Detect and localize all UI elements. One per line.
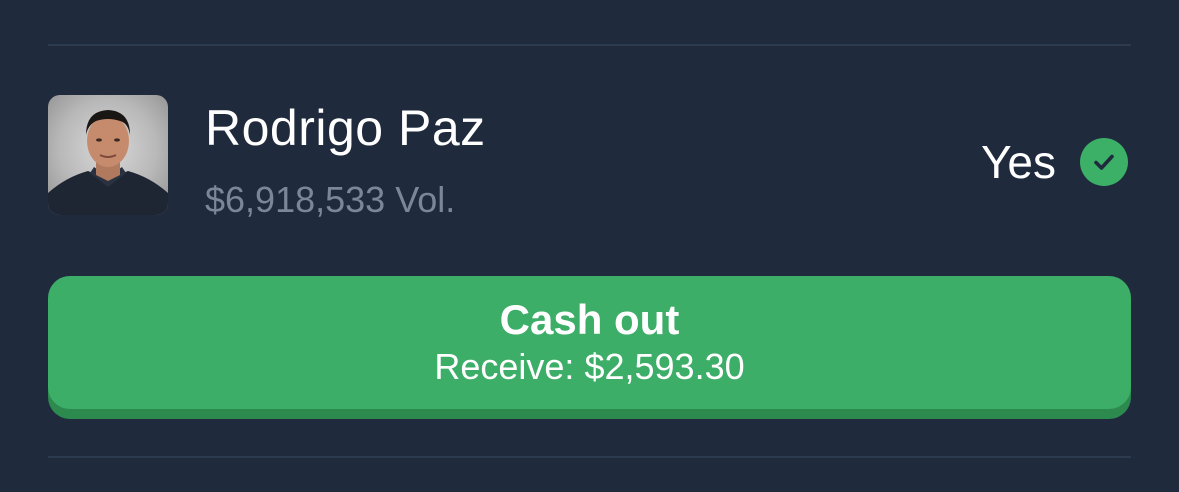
receive-amount: $2,593.30 (584, 345, 745, 387)
candidate-avatar (48, 95, 168, 215)
volume-amount: $6,918,533 (205, 179, 386, 220)
outcome-label: Yes (980, 136, 1056, 188)
bottom-divider (48, 456, 1131, 458)
volume-text: $6,918,533 Vol. (205, 178, 455, 222)
receive-label: Receive: (434, 345, 575, 387)
candidate-name: Rodrigo Paz (205, 100, 486, 156)
outcome-indicator: Yes (981, 136, 1128, 188)
cash-out-button[interactable]: Cash out Receive: $2,593.30 (48, 276, 1131, 409)
check-circle-icon (1080, 138, 1128, 186)
cash-out-receive: Receive: $2,593.30 (434, 346, 744, 388)
cash-out-title: Cash out (499, 295, 680, 343)
top-divider (48, 44, 1131, 46)
volume-suffix: Vol. (395, 179, 456, 220)
